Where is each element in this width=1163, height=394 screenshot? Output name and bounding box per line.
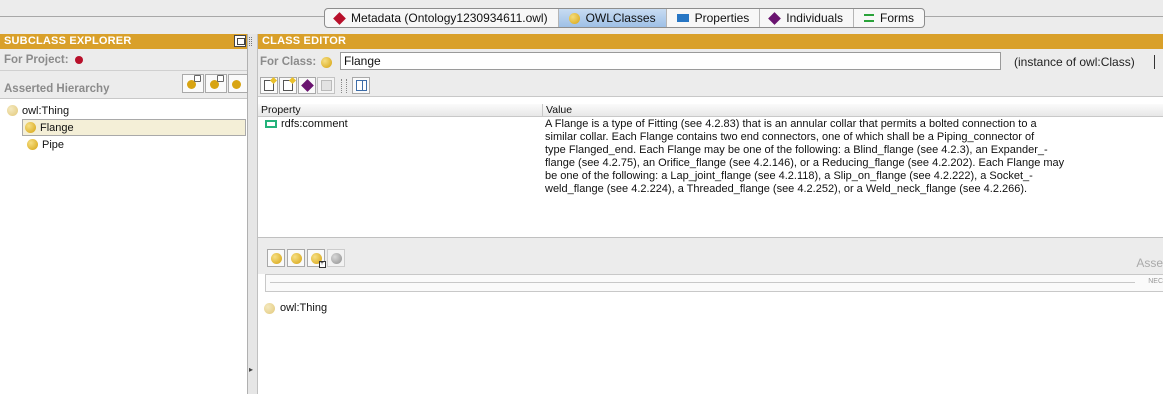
add-annotation-button[interactable] [260,77,278,94]
necessary-label: NEC [1148,278,1163,285]
annotation-property-icon [265,120,277,128]
class-editor-header: CLASS EDITOR [258,34,1163,49]
tree-node-label: Flange [40,121,74,134]
superclass-row[interactable]: owl:Thing [264,302,327,314]
tab-individuals[interactable]: Individuals [760,9,854,27]
tab-properties[interactable]: Properties [667,9,761,27]
new-property-icon [283,80,293,91]
tab-forms[interactable]: Forms [854,9,924,27]
column-header-property[interactable]: Property [258,104,543,116]
subclass-explorer-header: SUBCLASS EXPLORER [0,34,247,49]
tab-owlclasses[interactable]: OWLClasses [558,9,667,27]
table-header: Property Value [258,104,1163,117]
tab-label: Individuals [786,11,843,25]
maximize-panel-icon[interactable] [234,35,246,47]
add-property-button[interactable] [279,77,297,94]
instance-diamond-icon [300,79,314,92]
remove-value-button[interactable] [317,77,335,94]
value-cell[interactable]: A Flange is a type of Fitting (see 4.2.8… [543,117,1143,196]
subclass-explorer-panel: SUBCLASS EXPLORER For Project: Asserted … [0,34,248,394]
superclass-label: owl:Thing [280,302,328,314]
property-cell: rdfs:comment [258,117,543,196]
create-subclass-icon [187,75,201,89]
class-ball-icon [568,12,580,24]
add-instance-button[interactable] [298,77,316,94]
tab-label: OWLClasses [585,11,656,25]
table-row[interactable]: rdfs:comment A Flange is a type of Fitti… [258,117,1163,196]
asserted-conditions-section: + Asse NEC owl:Thing [258,238,1163,394]
tab-group: Metadata (Ontology1230934611.owl) OWLCla… [324,8,925,28]
annotation-table: Property Value rdfs:comment A Flange is … [258,104,1163,238]
create-expression-icon [290,252,302,264]
tree-node-pipe[interactable]: Pipe [0,136,247,153]
individuals-diamond-icon [768,11,782,25]
for-project-label: For Project: [4,53,69,66]
asserted-hierarchy-label: Asserted Hierarchy [4,83,110,95]
tree-node-owl-thing[interactable]: owl:Thing [0,102,247,119]
class-ball-icon [321,56,333,68]
toolbar-separator [346,79,347,93]
tree-node-flange[interactable]: Flange [22,119,246,136]
splitter-arrow-icon[interactable]: ▸ [249,365,253,374]
class-ball-icon [7,105,18,116]
tree-node-label: Pipe [42,138,65,151]
add-named-class-button[interactable]: + [307,249,326,268]
create-expression-button[interactable] [287,249,305,267]
asserted-hierarchy-row: Asserted Hierarchy [0,71,248,99]
create-sibling-button[interactable] [205,74,227,93]
instance-of-label: (instance of owl:Class) [1014,55,1135,69]
create-restriction-button[interactable] [267,249,285,267]
metadata-diamond-icon [333,11,346,25]
divider-line [270,282,1135,283]
create-subclass-button[interactable] [182,74,204,93]
tab-label: Forms [880,11,914,25]
tab-label: Properties [694,11,750,25]
edge-marker [1154,55,1155,69]
toolbar-separator [341,79,342,93]
project-dot-icon [74,55,83,64]
class-name-field[interactable]: Flange [340,52,1001,70]
panel-icon [355,80,367,91]
add-class-icon: + [310,252,326,268]
tree-node-label: owl:Thing [22,104,70,117]
class-tree: owl:Thing Flange Pipe [0,99,247,153]
forms-icon [864,14,874,22]
class-ball-icon [264,302,275,314]
remove-class-icon [330,252,342,264]
class-ball-icon [25,122,36,133]
subclass-explorer-title: SUBCLASS EXPLORER [4,35,132,47]
class-editor-title: CLASS EDITOR [262,35,347,47]
conditions-toolbar: + Asse [258,238,1163,274]
create-restriction-icon [270,252,282,264]
for-class-row: For Class: Flange (instance of owl:Class… [258,49,1163,75]
property-name: rdfs:comment [281,118,348,130]
tab-bar: Metadata (Ontology1230934611.owl) OWLCla… [0,0,1163,34]
class-ball-icon [27,139,38,150]
view-panel-button[interactable] [352,77,370,94]
remove-condition-button[interactable] [327,249,345,267]
tab-metadata[interactable]: Metadata (Ontology1230934611.owl) [325,9,559,27]
new-document-icon [264,80,274,91]
for-project-row: For Project: [0,49,247,71]
grid-icon [320,80,332,91]
for-class-label: For Class: [260,56,317,68]
create-sibling-icon [210,75,224,89]
delete-class-button[interactable] [228,74,248,93]
delete-class-icon [232,78,244,89]
annotation-toolbar [258,75,1163,97]
splitter-grip-icon [249,37,252,46]
properties-rect-icon [676,14,689,22]
tab-label: Metadata (Ontology1230934611.owl) [351,11,548,25]
panel-splitter[interactable]: ▸ [248,34,258,394]
class-editor-panel: CLASS EDITOR For Class: Flange (instance… [258,34,1163,394]
asserted-conditions-label: Asse [1136,256,1163,270]
necessary-conditions-box: NEC [265,274,1163,292]
column-header-value[interactable]: Value [543,104,1163,116]
